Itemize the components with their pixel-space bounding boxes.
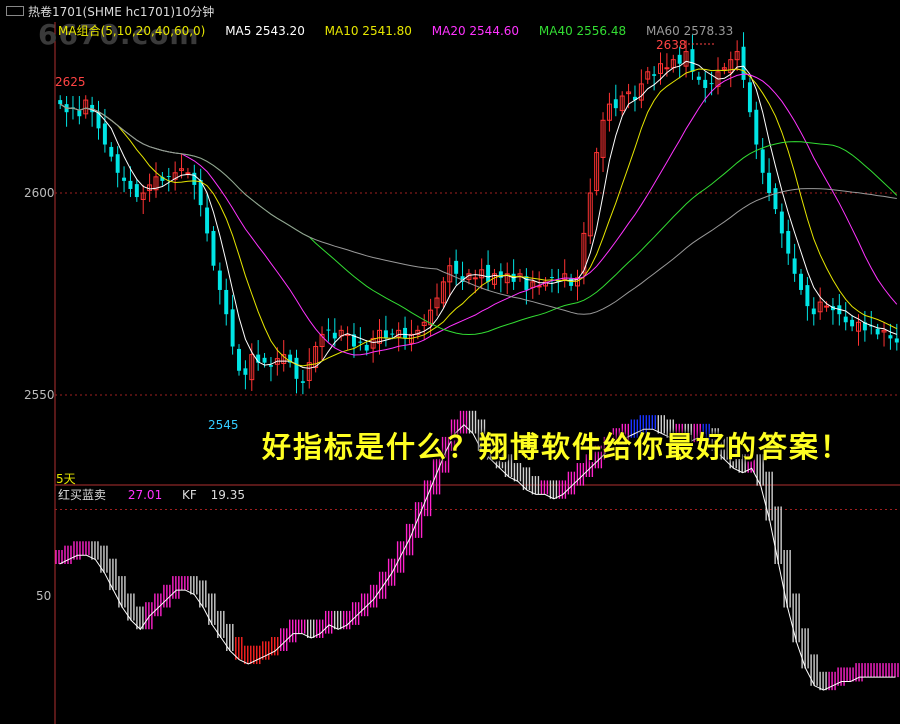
ma-group-label[interactable]: MA组合(5,10,20,40,60,0) xyxy=(58,24,205,38)
high-right-label: 2638 xyxy=(656,38,687,52)
candle-body-down xyxy=(741,46,746,80)
candle-body-down xyxy=(613,99,618,109)
candle-body-down xyxy=(217,270,222,290)
candle-body-down xyxy=(115,154,120,173)
ma5-label: MA5 2543.20 xyxy=(225,24,305,38)
candle-body-down xyxy=(243,368,248,375)
ma-line-ma40 xyxy=(59,103,898,336)
candle-body-down xyxy=(792,258,797,274)
candle-body-down xyxy=(875,328,880,335)
ma-line-ma60 xyxy=(59,103,897,315)
ma60-label: MA60 2578.33 xyxy=(645,24,734,38)
chart-canvas xyxy=(54,22,900,724)
kf-label: KF xyxy=(182,488,197,502)
candle-body-down xyxy=(383,330,388,339)
promo-slogan: 好指标是什么？翔博软件给你最好的答案！ xyxy=(262,430,852,464)
candle-body-down xyxy=(850,319,855,327)
candle-body-down xyxy=(454,260,459,274)
candle-body-up xyxy=(472,277,478,280)
candle-body-down xyxy=(102,123,107,145)
ma-line-ma10 xyxy=(59,68,898,367)
candle-body-down xyxy=(166,176,171,178)
candle-body-down xyxy=(230,309,235,347)
candle-body-down xyxy=(696,76,701,80)
high-left-label: 2625 xyxy=(55,75,86,89)
candle-body-down xyxy=(122,177,127,181)
candle-body-down xyxy=(767,172,772,193)
ma20-label: MA20 2544.60 xyxy=(431,24,520,38)
candle-body-down xyxy=(786,230,791,254)
candle-body-down xyxy=(747,82,752,113)
candle-body-down xyxy=(262,357,267,363)
candle-body-down xyxy=(754,109,759,145)
candle-body-down xyxy=(77,110,82,117)
candle-body-down xyxy=(109,146,114,157)
candle-body-down xyxy=(811,308,816,315)
candle-body-up xyxy=(664,67,670,70)
candle-body-down xyxy=(134,184,139,198)
candle-body-down xyxy=(709,83,714,85)
ma-line-ma20 xyxy=(59,73,898,356)
indicator-tick-50: 50 xyxy=(36,589,52,603)
candle-body-down xyxy=(390,333,395,335)
indicator-legend: 红买蓝卖 27.01 KF 19.35 xyxy=(58,486,255,503)
kf-value: 19.35 xyxy=(210,488,245,502)
low-label: 2545 xyxy=(208,418,239,432)
candle-body-down xyxy=(805,285,810,307)
candle-body-down xyxy=(300,381,305,383)
candle-body-down xyxy=(403,327,408,339)
candle-body-down xyxy=(894,338,899,343)
candle-body-up xyxy=(185,172,191,175)
candle-body-down xyxy=(486,264,491,282)
candle-body-down xyxy=(549,277,554,279)
period-label: 5天 xyxy=(56,472,76,486)
candle-body-down xyxy=(760,149,765,173)
candle-body-down xyxy=(58,100,63,105)
candle-body-down xyxy=(358,341,363,343)
indicator-value: 27.01 xyxy=(127,488,163,502)
candle-body-down xyxy=(773,188,778,210)
candle-body-down xyxy=(364,344,369,351)
candle-body-down xyxy=(799,273,803,290)
candle-body-down xyxy=(211,230,216,266)
candle-body-down xyxy=(690,49,695,72)
candle-body-down xyxy=(652,74,657,76)
ma-legend: MA组合(5,10,20,40,60,0) MA5 2543.20 MA10 2… xyxy=(58,22,749,38)
candle-body-down xyxy=(294,357,299,379)
ma40-label: MA40 2556.48 xyxy=(538,24,627,38)
ma10-label: MA10 2541.80 xyxy=(324,24,412,38)
candle-body-down xyxy=(498,271,503,278)
candle-body-down xyxy=(703,79,708,88)
candle-body-down xyxy=(888,335,893,339)
candle-body-down xyxy=(326,329,331,331)
price-tick-2550: 2550 xyxy=(24,388,55,402)
candle-body-down xyxy=(268,365,273,367)
indicator-name[interactable]: 红买蓝卖 xyxy=(58,488,106,502)
candle-body-down xyxy=(237,348,241,371)
candle-body-down xyxy=(332,332,337,339)
candle-body-down xyxy=(677,54,682,64)
price-tick-2600: 2600 xyxy=(24,186,55,200)
candle-body-down xyxy=(779,211,784,234)
candle-body-up xyxy=(824,305,830,308)
candle-body-down xyxy=(205,207,210,234)
candle-body-down xyxy=(843,316,848,323)
candle-body-down xyxy=(128,180,133,189)
candle-body-down xyxy=(224,289,229,315)
